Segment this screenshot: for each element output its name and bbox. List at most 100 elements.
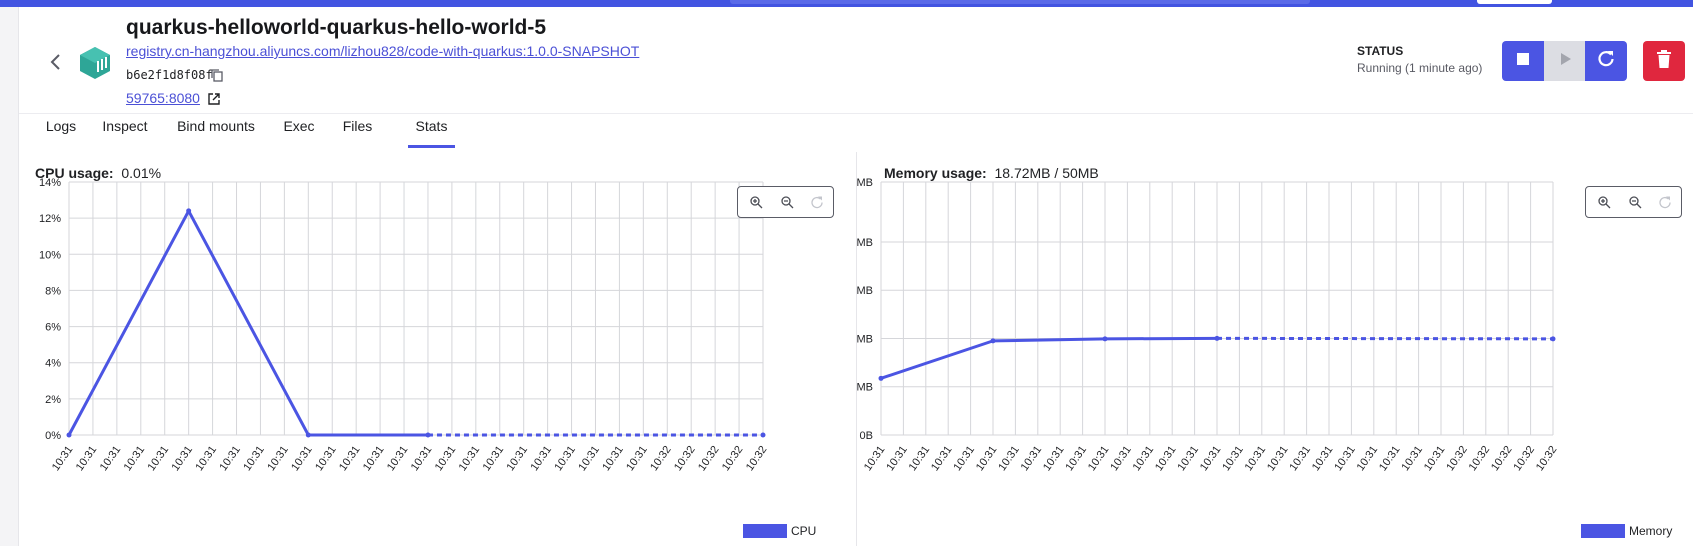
x-tick-label: 10:31 — [862, 444, 888, 473]
data-point[interactable] — [425, 432, 431, 438]
memory-zoom-controls — [1585, 186, 1682, 218]
x-tick-label: 10:31 — [996, 444, 1022, 473]
x-tick-label: 10:32 — [1467, 444, 1493, 473]
x-tick-label: 10:31 — [169, 444, 195, 473]
data-point[interactable] — [305, 432, 311, 438]
chevron-left-icon[interactable] — [45, 51, 67, 73]
reset-zoom-icon[interactable] — [810, 195, 824, 209]
y-tick-label: 4% — [45, 358, 61, 370]
tab-logs[interactable]: Logs — [42, 118, 80, 148]
container-icon — [78, 45, 112, 81]
x-tick-label: 10:32 — [648, 444, 674, 473]
container-id: b6e2f1d8f08f — [126, 68, 213, 82]
port-link[interactable]: 59765:8080 — [126, 90, 200, 106]
memory-usage-chart: 0B9.54MB19.07MB28.61MB38.15MB50MB10:3110… — [857, 177, 1560, 473]
memory-legend-label: Memory — [1629, 524, 1673, 538]
delete-button[interactable] — [1643, 41, 1685, 81]
zoom-in-icon[interactable] — [749, 195, 763, 209]
cpu-legend: CPU — [743, 523, 816, 539]
tab-bar: Logs Inspect Bind mounts Exec Files Stat… — [19, 114, 1693, 151]
y-tick-label: 10% — [39, 249, 61, 261]
x-tick-label: 10:31 — [122, 444, 148, 473]
copy-icon[interactable] — [210, 68, 224, 82]
tab-bind-mounts[interactable]: Bind mounts — [174, 118, 258, 148]
tab-exec[interactable]: Exec — [282, 118, 316, 148]
data-point[interactable] — [1550, 336, 1556, 342]
x-tick-label: 10:31 — [481, 444, 507, 473]
image-link[interactable]: registry.cn-hangzhou.aliyuncs.com/lizhou… — [126, 43, 639, 59]
x-tick-label: 10:31 — [74, 444, 100, 473]
y-tick-label: 2% — [45, 394, 61, 406]
x-tick-label: 10:31 — [1310, 444, 1336, 473]
search-bar[interactable] — [730, 0, 1310, 4]
trash-icon — [1655, 49, 1673, 74]
restart-button[interactable] — [1585, 41, 1627, 81]
x-tick-label: 10:31 — [1332, 444, 1358, 473]
reset-zoom-icon[interactable] — [1658, 195, 1672, 209]
data-point[interactable] — [878, 375, 884, 381]
container-header: quarkus-helloworld-quarkus-hello-world-5… — [19, 7, 1693, 114]
x-tick-label: 10:31 — [361, 444, 387, 473]
x-tick-label: 10:31 — [907, 444, 933, 473]
x-tick-label: 10:31 — [241, 444, 267, 473]
zoom-out-icon[interactable] — [780, 195, 794, 209]
memory-usage-panel: Memory usage: 18.72MB / 50MB 0B9.54MB19.… — [856, 152, 1693, 546]
data-point[interactable] — [1214, 335, 1220, 341]
data-point[interactable] — [1102, 336, 1108, 342]
play-icon — [1558, 52, 1572, 71]
start-button[interactable] — [1544, 41, 1585, 81]
x-tick-label: 10:31 — [1287, 444, 1313, 473]
x-tick-label: 10:32 — [1534, 444, 1560, 473]
tab-stats[interactable]: Stats — [408, 118, 455, 148]
top-bar-button[interactable] — [1477, 0, 1552, 4]
series-line — [880, 336, 1218, 380]
x-tick-label: 10:32 — [720, 444, 746, 473]
cpu-usage-chart: 0%2%4%6%8%10%12%14%10:3110:3110:3110:311… — [39, 177, 770, 473]
status-value: Running (1 minute ago) — [1357, 61, 1483, 75]
x-tick-label: 10:32 — [1511, 444, 1537, 473]
x-tick-label: 10:32 — [744, 444, 770, 473]
x-tick-label: 10:31 — [884, 444, 910, 473]
x-tick-label: 10:31 — [1108, 444, 1134, 473]
x-tick-label: 10:31 — [289, 444, 315, 473]
x-tick-label: 10:31 — [313, 444, 339, 473]
y-tick-label: 14% — [39, 177, 61, 189]
x-tick-label: 10:31 — [1355, 444, 1381, 473]
x-tick-label: 10:31 — [1399, 444, 1425, 473]
external-link-icon[interactable] — [207, 92, 221, 106]
data-point[interactable] — [186, 208, 192, 214]
x-tick-label: 10:31 — [1265, 444, 1291, 473]
x-tick-label: 10:31 — [385, 444, 411, 473]
y-tick-label: 6% — [45, 322, 61, 334]
x-tick-label: 10:31 — [505, 444, 531, 473]
data-point[interactable] — [990, 338, 996, 344]
cpu-legend-label: CPU — [791, 524, 817, 538]
y-tick-label: 0% — [45, 430, 61, 442]
zoom-in-icon[interactable] — [1597, 195, 1611, 209]
x-tick-label: 10:31 — [98, 444, 124, 473]
zoom-out-icon[interactable] — [1628, 195, 1642, 209]
tab-inspect[interactable]: Inspect — [100, 118, 150, 148]
x-tick-label: 10:31 — [1086, 444, 1112, 473]
status-label: STATUS — [1357, 44, 1404, 58]
x-tick-label: 10:32 — [1444, 444, 1470, 473]
y-tick-label: 12% — [39, 213, 61, 225]
x-tick-label: 10:31 — [457, 444, 483, 473]
y-tick-label: 28.61MB — [857, 285, 873, 297]
stop-button[interactable] — [1502, 41, 1544, 81]
x-tick-label: 10:31 — [433, 444, 459, 473]
x-tick-label: 10:31 — [1377, 444, 1403, 473]
series-line — [67, 209, 428, 437]
x-tick-label: 10:31 — [1422, 444, 1448, 473]
x-tick-label: 10:31 — [409, 444, 435, 473]
x-tick-label: 10:31 — [1019, 444, 1045, 473]
tab-files[interactable]: Files — [340, 118, 375, 148]
y-tick-label: 50MB — [857, 177, 873, 189]
data-point[interactable] — [66, 432, 72, 438]
x-tick-label: 10:32 — [1489, 444, 1515, 473]
x-tick-label: 10:31 — [1198, 444, 1224, 473]
data-point[interactable] — [760, 432, 766, 438]
y-tick-label: 9.54MB — [857, 382, 873, 394]
x-tick-label: 10:31 — [1243, 444, 1269, 473]
x-tick-label: 10:31 — [1220, 444, 1246, 473]
